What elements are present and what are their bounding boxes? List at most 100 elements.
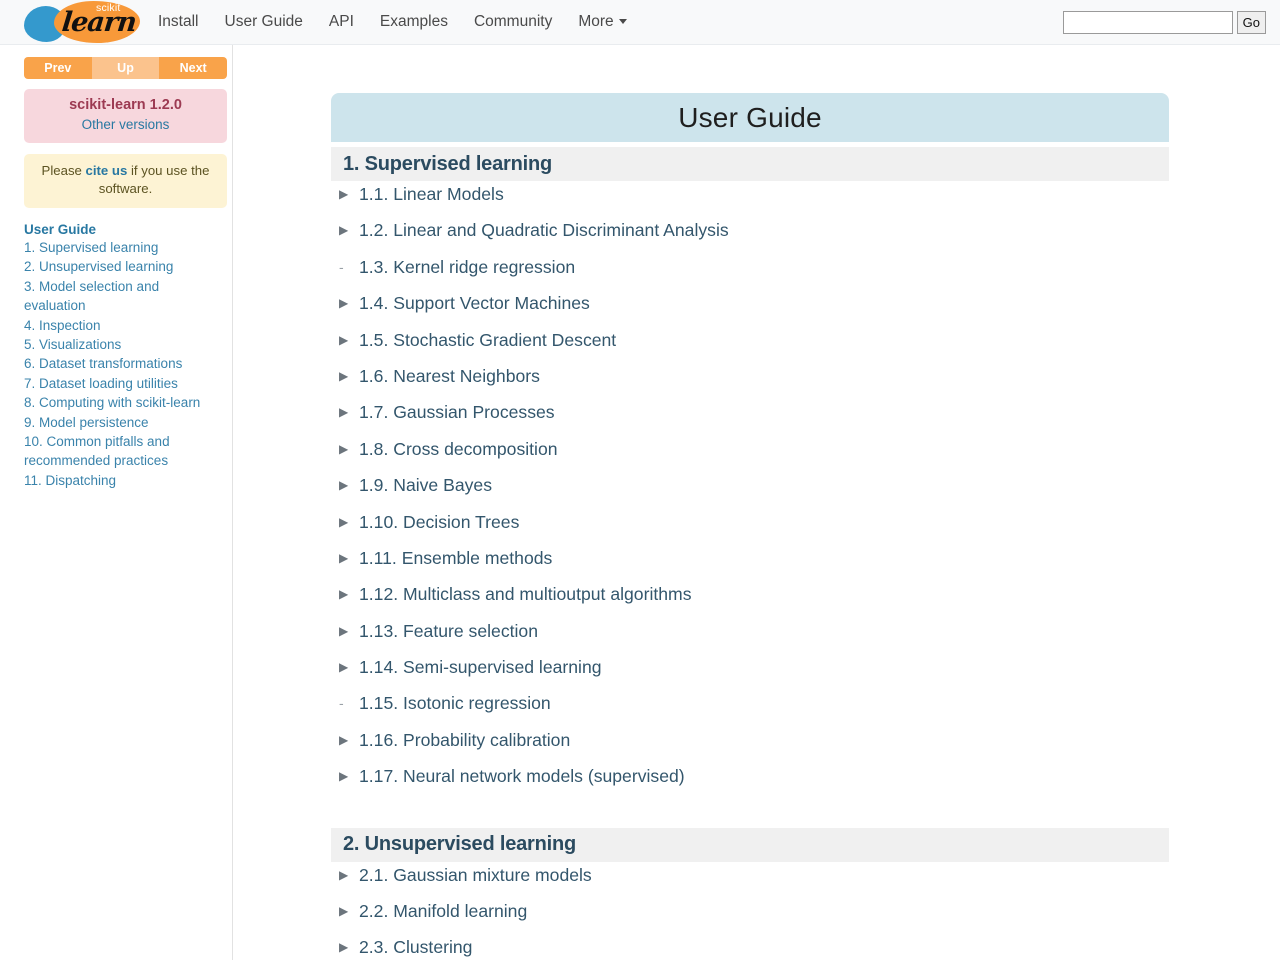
section-heading-label: 2. Unsupervised learning xyxy=(343,833,577,856)
relation-bar: Prev Up Next xyxy=(24,57,227,79)
cite-us-link[interactable]: cite us xyxy=(86,163,128,178)
expand-triangle-icon[interactable]: ▶ xyxy=(337,472,359,498)
expand-triangle-icon[interactable]: ▶ xyxy=(337,217,359,243)
sidebar-item-dispatching[interactable]: 11. Dispatching xyxy=(24,471,224,490)
list-item: ▶ 1.17. Neural network models (supervised… xyxy=(331,763,1169,799)
list-item: 7. Dataset loading utilities xyxy=(24,374,224,393)
list-item: ▶ 1.8. Cross decomposition xyxy=(331,436,1169,472)
toc-entry-semi-supervised-learning[interactable]: 1.14. Semi-supervised learning xyxy=(359,654,602,680)
list-item: ▶ 2.3. Clustering xyxy=(331,934,1169,960)
expand-triangle-icon[interactable]: ▶ xyxy=(337,898,359,924)
sidebar-item-inspection[interactable]: 4. Inspection xyxy=(24,316,224,335)
toc-entry-feature-selection[interactable]: 1.13. Feature selection xyxy=(359,618,538,644)
toc-entry-decision-trees[interactable]: 1.10. Decision Trees xyxy=(359,509,519,535)
sidebar-item-model-persistence[interactable]: 9. Model persistence xyxy=(24,413,224,432)
expand-triangle-icon[interactable]: ▶ xyxy=(337,727,359,753)
toc-entry-multiclass-multioutput-algorithms[interactable]: 1.12. Multiclass and multioutput algorit… xyxy=(359,581,692,607)
scikit-learn-logo[interactable]: scikit learn xyxy=(18,0,140,45)
toc-entry-linear-quadratic-discriminant-analysis[interactable]: 1.2. Linear and Quadratic Discriminant A… xyxy=(359,217,729,243)
list-item: 5. Visualizations xyxy=(24,335,224,354)
list-item: 6. Dataset transformations xyxy=(24,354,224,373)
sidebar-item-common-pitfalls[interactable]: 10. Common pitfalls and recommended prac… xyxy=(24,432,224,471)
list-item: -1.15. Isotonic regression xyxy=(331,690,1169,726)
main-content: User Guide 1. Supervised learning ▶ 1.1. … xyxy=(233,45,1280,960)
toc-entry-nearest-neighbors[interactable]: 1.6. Nearest Neighbors xyxy=(359,363,540,389)
expand-triangle-icon[interactable]: ▶ xyxy=(337,618,359,644)
toc-entry-gaussian-processes[interactable]: 1.7. Gaussian Processes xyxy=(359,399,555,425)
list-item: 3. Model selection and evaluation xyxy=(24,277,224,316)
expand-triangle-icon[interactable]: ▶ xyxy=(337,862,359,888)
nav-link-user-guide[interactable]: User Guide xyxy=(225,13,303,31)
sidebar-toc-title[interactable]: User Guide xyxy=(24,222,224,237)
list-item: -1.3. Kernel ridge regression xyxy=(331,254,1169,290)
expand-triangle-icon[interactable]: ▶ xyxy=(337,545,359,571)
list-item: ▶ 1.2. Linear and Quadratic Discriminant … xyxy=(331,217,1169,253)
expand-triangle-icon[interactable]: ▶ xyxy=(337,327,359,353)
expand-triangle-icon[interactable]: ▶ xyxy=(337,509,359,535)
page-body: Prev Up Next scikit-learn 1.2.0 Other ve… xyxy=(0,45,1280,960)
toc-entry-manifold-learning[interactable]: 2.2. Manifold learning xyxy=(359,898,527,924)
section-heading-supervised-learning: 1. Supervised learning xyxy=(331,147,1169,181)
nav-link-community[interactable]: Community xyxy=(474,13,552,31)
section-heading-unsupervised-learning: 2. Unsupervised learning xyxy=(331,827,1169,862)
expand-triangle-icon[interactable]: ▶ xyxy=(337,581,359,607)
expand-triangle-icon[interactable]: ▶ xyxy=(337,436,359,462)
list-item: ▶ 1.4. Support Vector Machines xyxy=(331,290,1169,326)
sidebar-item-supervised-learning[interactable]: 1. Supervised learning xyxy=(24,238,224,257)
list-item: ▶ 1.16. Probability calibration xyxy=(331,727,1169,763)
search-go-button[interactable]: Go xyxy=(1236,11,1266,34)
leaf-dash-icon: - xyxy=(339,258,344,275)
nav-link-install[interactable]: Install xyxy=(158,13,199,31)
expand-triangle-icon[interactable]: ▶ xyxy=(337,654,359,680)
list-item: ▶ 1.9. Naive Bayes xyxy=(331,472,1169,508)
sidebar-item-visualizations[interactable]: 5. Visualizations xyxy=(24,335,224,354)
search-input[interactable] xyxy=(1062,11,1233,34)
toc-entry-kernel-ridge-regression[interactable]: 1.3. Kernel ridge regression xyxy=(359,254,575,280)
next-button[interactable]: Next xyxy=(159,57,227,79)
page-title: User Guide xyxy=(678,101,822,133)
toc-entry-ensemble-methods[interactable]: 1.11. Ensemble methods xyxy=(359,545,552,571)
list-item: ▶ 1.5. Stochastic Gradient Descent xyxy=(331,327,1169,363)
prev-button[interactable]: Prev xyxy=(24,57,92,79)
toc-entry-support-vector-machines[interactable]: 1.4. Support Vector Machines xyxy=(359,290,590,316)
nav-link-examples[interactable]: Examples xyxy=(380,13,448,31)
nav-link-more-label: More xyxy=(578,13,614,30)
list-item: 8. Computing with scikit-learn xyxy=(24,393,224,412)
sidebar-item-model-selection[interactable]: 3. Model selection and evaluation xyxy=(24,277,224,316)
up-button[interactable]: Up xyxy=(91,57,160,79)
expand-triangle-icon[interactable]: ▶ xyxy=(337,290,359,316)
toc-entry-neural-network-models-supervised[interactable]: 1.17. Neural network models (supervised) xyxy=(359,763,685,789)
list-item: ▶ 2.2. Manifold learning xyxy=(331,898,1169,934)
toc-entry-naive-bayes[interactable]: 1.9. Naive Bayes xyxy=(359,472,492,498)
toc-entry-cross-decomposition[interactable]: 1.8. Cross decomposition xyxy=(359,436,558,462)
toc-entry-clustering[interactable]: 2.3. Clustering xyxy=(359,934,472,960)
toc-entry-gaussian-mixture-models[interactable]: 2.1. Gaussian mixture models xyxy=(359,862,592,888)
list-item: ▶ 1.10. Decision Trees xyxy=(331,509,1169,545)
sidebar-item-unsupervised-learning[interactable]: 2. Unsupervised learning xyxy=(24,257,224,276)
toc-entry-stochastic-gradient-descent[interactable]: 1.5. Stochastic Gradient Descent xyxy=(359,327,616,353)
expand-triangle-icon[interactable]: ▶ xyxy=(337,399,359,425)
sidebar-item-computing-with-scikit-learn[interactable]: 8. Computing with scikit-learn xyxy=(24,393,224,412)
toctree-unsupervised-learning: ▶ 2.1. Gaussian mixture models ▶ 2.2. Mani… xyxy=(331,862,1169,960)
leaf-dash-icon: - xyxy=(339,695,344,712)
primary-nav: Install User Guide API Examples Communit… xyxy=(158,13,627,31)
sidebar-item-dataset-transformations[interactable]: 6. Dataset transformations xyxy=(24,354,224,373)
nav-link-more[interactable]: More xyxy=(578,13,627,31)
expand-triangle-icon[interactable]: ▶ xyxy=(337,763,359,789)
expand-triangle-icon[interactable]: ▶ xyxy=(337,181,359,207)
top-navbar: scikit learn Install User Guide API Exam… xyxy=(0,0,1280,45)
toc-entry-probability-calibration[interactable]: 1.16. Probability calibration xyxy=(359,727,570,753)
version-label: scikit-learn 1.2.0 xyxy=(69,97,182,113)
version-box: scikit-learn 1.2.0 Other versions xyxy=(24,89,227,143)
toc-entry-linear-models[interactable]: 1.1. Linear Models xyxy=(359,181,504,207)
toc-entry-isotonic-regression[interactable]: 1.15. Isotonic regression xyxy=(359,690,551,716)
list-item: 11. Dispatching xyxy=(24,471,224,490)
cite-box: Please cite us if you use the software. xyxy=(24,154,227,208)
other-versions-link[interactable]: Other versions xyxy=(82,117,170,132)
sidebar: Prev Up Next scikit-learn 1.2.0 Other ve… xyxy=(0,45,233,960)
nav-link-api[interactable]: API xyxy=(329,13,354,31)
sidebar-item-dataset-loading-utilities[interactable]: 7. Dataset loading utilities xyxy=(24,374,224,393)
expand-triangle-icon[interactable]: ▶ xyxy=(337,934,359,960)
expand-triangle-icon[interactable]: ▶ xyxy=(337,363,359,389)
